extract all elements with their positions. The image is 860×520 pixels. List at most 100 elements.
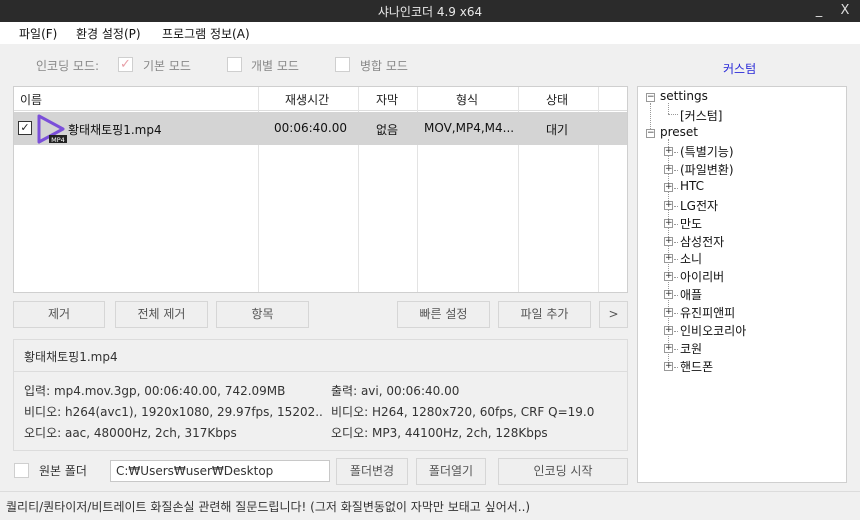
tree-node-preset-item[interactable]: 아이리버 xyxy=(680,268,724,285)
info-divider xyxy=(14,371,627,372)
status-bar: 퀄리티/퀀타이저/비트레이트 화질손실 관련해 질문드립니다! (그저 화질변동… xyxy=(0,491,860,520)
info-audio-in: 오디오: aac, 48000Hz, 2ch, 317Kbps xyxy=(24,426,237,440)
tree-connector xyxy=(674,277,678,279)
tree-node-preset[interactable]: preset xyxy=(660,125,698,139)
expand-icon[interactable]: + xyxy=(664,308,673,318)
tree-node-preset-item[interactable]: (파일변환) xyxy=(680,161,734,178)
tree-connector xyxy=(674,259,678,261)
tree-node-preset-item[interactable]: (특별기능) xyxy=(680,143,734,160)
file-subtitle: 없음 xyxy=(376,123,399,137)
expand-icon[interactable]: + xyxy=(664,272,673,282)
menu-settings[interactable]: 환경 설정(P) xyxy=(76,25,141,42)
close-button[interactable]: X xyxy=(834,1,856,21)
column-subtitle[interactable]: 자막 xyxy=(376,91,398,108)
merge-mode-label[interactable]: 병합 모드 xyxy=(360,57,408,74)
output-path-input[interactable]: C:₩Users₩user₩Desktop xyxy=(110,460,330,482)
expand-icon[interactable]: + xyxy=(664,290,673,300)
tree-connector xyxy=(674,295,678,297)
items-button[interactable]: 항목 xyxy=(216,301,309,328)
menu-program-info[interactable]: 프로그램 정보(A) xyxy=(162,25,250,42)
tree-node-preset-item[interactable]: 만도 xyxy=(680,215,702,232)
menu-bar: 파일(F) 환경 설정(P) 프로그램 정보(A) xyxy=(0,22,860,44)
individual-mode-label[interactable]: 개별 모드 xyxy=(251,57,299,74)
tree-connector xyxy=(668,114,678,115)
file-list-header: 이름 재생시간 자막 형식 상태 xyxy=(14,87,627,111)
collapse-preset-icon[interactable]: − xyxy=(646,129,655,138)
title-bar: 샤나인코더 4.9 x64 _ X xyxy=(0,0,860,22)
tree-connector xyxy=(674,331,678,332)
basic-mode-checkbox[interactable]: ✓ xyxy=(118,57,133,72)
open-folder-button[interactable]: 폴더열기 xyxy=(416,458,486,485)
individual-mode-checkbox[interactable] xyxy=(227,57,242,72)
encoding-mode-label: 인코딩 모드: xyxy=(36,59,100,73)
file-format: MOV,MP4,M4... xyxy=(424,121,515,135)
column-status[interactable]: 상태 xyxy=(546,91,568,108)
expand-icon[interactable]: + xyxy=(664,343,673,353)
info-audio-out: 오디오: MP3, 44100Hz, 2ch, 128Kbps xyxy=(331,426,548,440)
tree-node-preset-item[interactable]: 유진피앤피 xyxy=(680,304,735,321)
remove-all-button[interactable]: 전체 제거 xyxy=(115,301,208,328)
custom-preset-link[interactable]: 커스텀 xyxy=(723,60,756,77)
expand-icon[interactable]: + xyxy=(664,147,673,156)
tree-connector xyxy=(674,169,678,171)
window-title: 샤나인코더 4.9 x64 xyxy=(377,5,483,19)
tree-connector xyxy=(674,366,678,368)
tree-connector xyxy=(674,205,678,207)
tree-node-custom[interactable]: [커스텀] xyxy=(680,107,722,124)
expand-icon[interactable]: + xyxy=(664,236,673,246)
source-folder-checkbox[interactable] xyxy=(14,463,29,478)
tree-connector xyxy=(674,348,678,350)
tree-connector xyxy=(674,223,678,225)
tree-node-preset-item[interactable]: 코원 xyxy=(680,340,702,357)
expand-icon[interactable]: + xyxy=(664,200,673,210)
info-video-out: 비디오: H264, 1280x720, 60fps, CRF Q=19.0 xyxy=(331,405,595,419)
info-output: 출력: avi, 00:06:40.00 xyxy=(331,384,460,398)
menu-file[interactable]: 파일(F) xyxy=(19,25,57,42)
file-row[interactable]: ✓ MP4 황태채토핑1.mp4 00:06:40.00 없음 MOV,MP4,… xyxy=(14,112,627,145)
expand-icon[interactable]: + xyxy=(664,326,673,335)
expand-icon[interactable]: + xyxy=(664,182,673,192)
remove-button[interactable]: 제거 xyxy=(13,301,105,328)
column-duration[interactable]: 재생시간 xyxy=(285,91,329,108)
tree-node-preset-item[interactable]: 인비오코리아 xyxy=(680,322,746,339)
file-status: 대기 xyxy=(546,123,569,137)
tree-connector xyxy=(674,187,678,189)
tree-connector xyxy=(674,241,678,243)
file-info-panel: 황태채토핑1.mp4 입력: mp4.mov.3gp, 00:06:40.00,… xyxy=(13,339,628,451)
status-text: 퀄리티/퀀타이저/비트레이트 화질손실 관련해 질문드립니다! (그저 화질변동… xyxy=(6,500,531,514)
merge-mode-checkbox[interactable] xyxy=(335,57,350,72)
file-list[interactable]: 이름 재생시간 자막 형식 상태 ✓ MP4 황태채토핑1.mp4 00:06:… xyxy=(13,86,628,293)
tree-node-preset-item[interactable]: 애플 xyxy=(680,286,702,303)
expand-icon[interactable]: + xyxy=(664,218,673,228)
basic-mode-label[interactable]: 기본 모드 xyxy=(143,57,191,74)
tree-node-preset-item[interactable]: 소니 xyxy=(680,250,702,267)
info-input: 입력: mp4.mov.3gp, 00:06:40.00, 742.09MB xyxy=(24,384,286,398)
file-row-checkbox[interactable]: ✓ xyxy=(18,121,32,135)
quick-settings-button[interactable]: 빠른 설정 xyxy=(397,301,490,328)
tree-node-preset-item[interactable]: 핸드폰 xyxy=(680,358,713,375)
source-folder-label[interactable]: 원본 폴더 xyxy=(39,462,87,479)
more-button[interactable]: > xyxy=(599,301,628,328)
tree-node-preset-item[interactable]: HTC xyxy=(680,179,704,193)
change-folder-button[interactable]: 폴더변경 xyxy=(336,458,408,485)
column-name[interactable]: 이름 xyxy=(20,91,42,108)
tree-node-preset-item[interactable]: 삼성전자 xyxy=(680,233,724,250)
tree-connector xyxy=(668,103,669,114)
minimize-button[interactable]: _ xyxy=(808,1,830,21)
start-encoding-button[interactable]: 인코딩 시작 xyxy=(498,458,628,485)
file-duration: 00:06:40.00 xyxy=(274,121,347,135)
tree-node-settings[interactable]: settings xyxy=(660,89,708,103)
expand-icon[interactable]: + xyxy=(664,254,673,264)
collapse-settings-icon[interactable]: − xyxy=(646,93,655,102)
add-file-button[interactable]: 파일 추가 xyxy=(498,301,591,328)
column-format[interactable]: 형식 xyxy=(456,91,478,108)
preset-tree[interactable]: − settings [커스텀] − preset + (특별기능) + (파일변환)… xyxy=(637,86,847,483)
tree-node-preset-item[interactable]: LG전자 xyxy=(680,197,718,214)
tree-connector xyxy=(650,103,651,131)
info-video-in: 비디오: h264(avc1), 1920x1080, 29.97fps, 15… xyxy=(24,405,322,419)
mp4-play-icon: MP4 xyxy=(37,114,67,144)
expand-icon[interactable]: + xyxy=(664,361,673,371)
svg-text:MP4: MP4 xyxy=(51,136,65,144)
expand-icon[interactable]: + xyxy=(664,164,673,174)
tree-connector xyxy=(674,152,678,153)
